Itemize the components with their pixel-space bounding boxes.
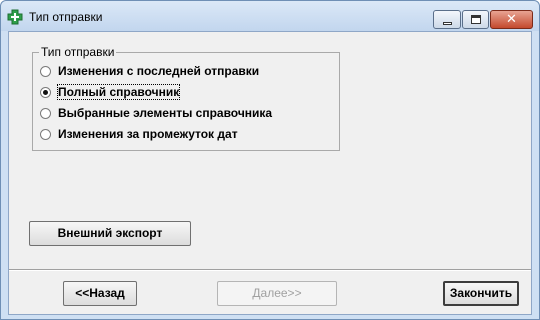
radio-selected-dot xyxy=(43,90,48,95)
groupbox-legend: Тип отправки xyxy=(39,45,117,59)
radio-option-changes-since-last[interactable]: Изменения с последней отправки xyxy=(40,63,330,81)
maximize-button[interactable] xyxy=(462,10,489,29)
radio-button[interactable] xyxy=(40,108,51,119)
radio-option-date-range[interactable]: Изменения за промежуток дат xyxy=(40,126,330,144)
radio-option-selected-items[interactable]: Выбранные элементы справочника xyxy=(40,105,330,123)
radio-label: Полный справочник xyxy=(56,84,181,100)
dialog-client-area: Тип отправки Изменения с последней отпра… xyxy=(8,31,532,315)
close-icon: ✕ xyxy=(506,12,517,27)
finish-button[interactable]: Закончить xyxy=(443,281,519,306)
title-bar[interactable]: Тип отправки ✕ xyxy=(1,1,539,31)
radio-button[interactable] xyxy=(40,66,51,77)
maximize-icon xyxy=(471,15,481,24)
footer-separator xyxy=(9,269,531,271)
dialog-window: Тип отправки ✕ Тип отправки Изменения с … xyxy=(0,0,540,320)
window-title: Тип отправки xyxy=(29,10,103,24)
radio-label: Изменения за промежуток дат xyxy=(58,127,238,141)
radio-label: Изменения с последней отправки xyxy=(58,64,260,78)
close-button[interactable]: ✕ xyxy=(490,10,533,29)
radio-button-selected[interactable] xyxy=(40,87,51,98)
radio-button[interactable] xyxy=(40,129,51,140)
radio-option-full-directory[interactable]: Полный справочник xyxy=(40,84,330,102)
external-export-button[interactable]: Внешний экспорт xyxy=(29,221,191,246)
next-button-disabled: Далее>> xyxy=(217,281,337,306)
minimize-icon xyxy=(443,22,452,25)
green-cross-plus-icon xyxy=(7,9,23,25)
back-button[interactable]: <<Назад xyxy=(63,281,137,306)
minimize-button[interactable] xyxy=(433,10,461,29)
radio-label: Выбранные элементы справочника xyxy=(58,106,273,120)
send-type-groupbox: Тип отправки Изменения с последней отпра… xyxy=(32,45,340,151)
